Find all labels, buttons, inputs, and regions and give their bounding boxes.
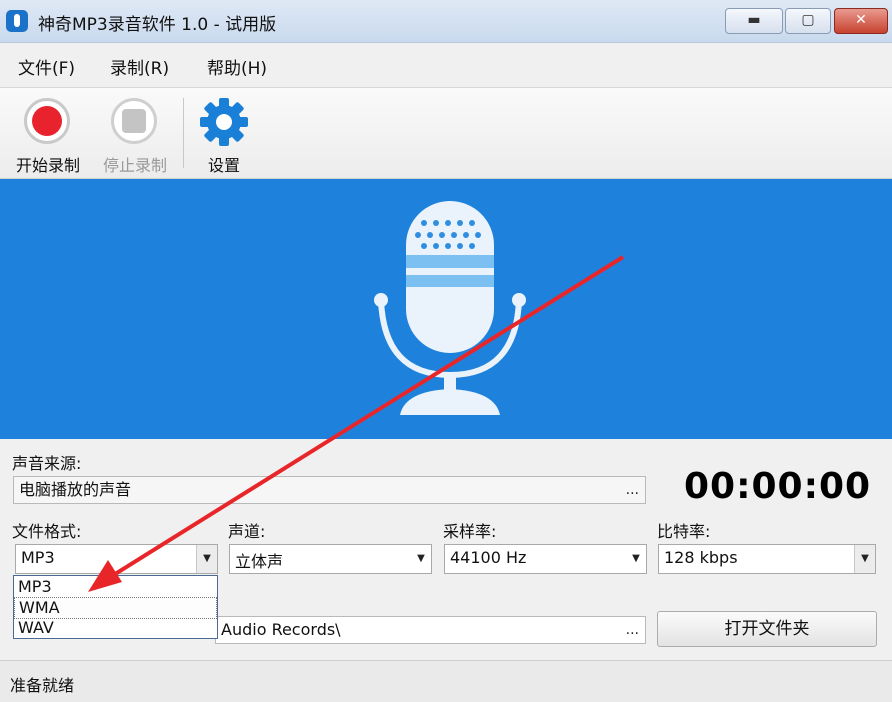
- menu-record[interactable]: 录制(R): [110, 54, 169, 79]
- stop-record-label: 停止录制: [102, 156, 167, 175]
- chevron-down-icon[interactable]: ▼: [626, 545, 646, 573]
- recording-timer: 00:00:00: [684, 466, 872, 507]
- stop-icon: [111, 98, 157, 144]
- output-path-field[interactable]: Audio Records\ ...: [215, 616, 646, 644]
- window-title: 神奇MP3录音软件 1.0 - 试用版: [38, 15, 277, 35]
- output-browse-button[interactable]: ...: [626, 617, 639, 643]
- format-select[interactable]: MP3 ▼: [15, 544, 218, 574]
- maximize-button[interactable]: ▢: [785, 8, 831, 34]
- source-label: 声音来源:: [12, 454, 82, 473]
- output-path-value: Audio Records\: [221, 620, 341, 639]
- source-value: 电脑播放的声音: [19, 480, 132, 499]
- format-value: MP3: [21, 548, 55, 567]
- title-bar: 神奇MP3录音软件 1.0 - 试用版 ▬ ▢ ✕: [0, 0, 892, 43]
- menu-bar: 文件(F) 录制(R) 帮助(H): [0, 43, 892, 88]
- menu-help[interactable]: 帮助(H): [207, 54, 267, 79]
- source-field[interactable]: 电脑播放的声音 ...: [13, 476, 646, 504]
- stop-record-button[interactable]: 停止录制: [95, 94, 175, 175]
- sample-rate-select[interactable]: 44100 Hz ▼: [444, 544, 647, 574]
- record-icon: [24, 98, 70, 144]
- chevron-down-icon[interactable]: ▼: [411, 545, 431, 573]
- chevron-down-icon[interactable]: ▼: [196, 545, 217, 573]
- close-button[interactable]: ✕: [834, 8, 888, 34]
- sample-rate-value: 44100 Hz: [450, 548, 527, 567]
- app-mic-icon: [6, 10, 28, 32]
- channel-label: 声道:: [228, 522, 266, 541]
- chevron-down-icon[interactable]: ▼: [854, 545, 875, 573]
- banner: [0, 179, 892, 439]
- format-option-wav[interactable]: WAV: [14, 618, 217, 638]
- microphone-icon: [374, 201, 526, 415]
- source-browse-button[interactable]: ...: [626, 477, 639, 503]
- menu-file[interactable]: 文件(F): [18, 54, 75, 79]
- format-dropdown-list: MP3 WMA WAV: [13, 575, 218, 639]
- channel-select[interactable]: 立体声 ▼: [229, 544, 432, 574]
- format-option-wma[interactable]: WMA: [14, 597, 217, 619]
- start-record-button[interactable]: 开始录制: [8, 94, 88, 175]
- format-option-mp3[interactable]: MP3: [14, 577, 217, 597]
- open-folder-button[interactable]: 打开文件夹: [657, 611, 877, 647]
- sample-rate-label: 采样率:: [443, 522, 497, 541]
- bitrate-label: 比特率:: [657, 522, 711, 541]
- toolbar-separator: [183, 98, 184, 168]
- start-record-label: 开始录制: [15, 156, 80, 175]
- channel-value: 立体声: [235, 552, 284, 571]
- format-label: 文件格式:: [12, 522, 82, 541]
- settings-label: 设置: [207, 156, 240, 175]
- status-bar: 准备就绪: [0, 660, 892, 702]
- toolbar: 开始录制 停止录制 设置: [0, 88, 892, 179]
- gear-icon: [200, 98, 248, 146]
- settings-button[interactable]: 设置: [184, 94, 264, 175]
- bitrate-select[interactable]: 128 kbps ▼: [658, 544, 876, 574]
- status-text: 准备就绪: [10, 676, 75, 695]
- bitrate-value: 128 kbps: [664, 548, 738, 567]
- minimize-button[interactable]: ▬: [725, 8, 783, 34]
